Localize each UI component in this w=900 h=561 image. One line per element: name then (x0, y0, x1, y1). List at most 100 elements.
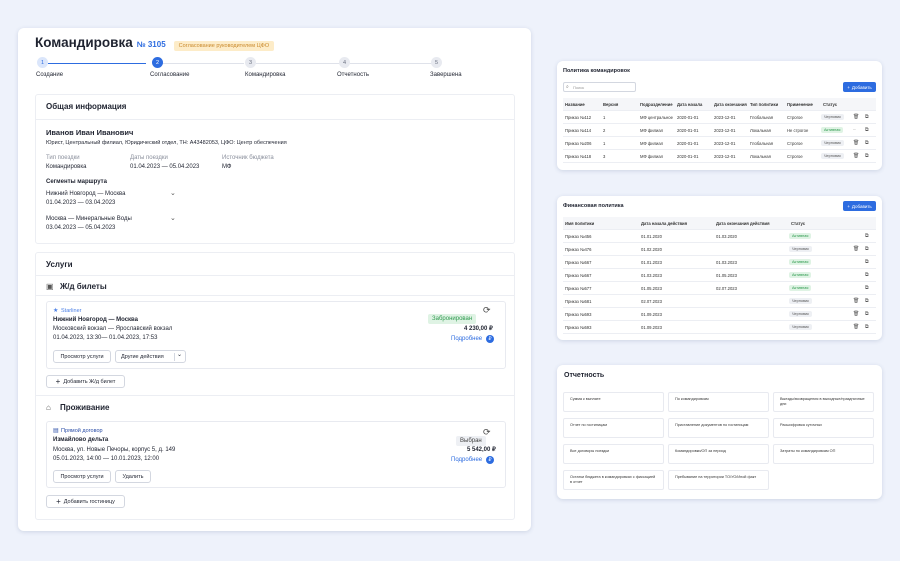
trash-icon[interactable]: 🗑 (853, 246, 859, 252)
chevron-down-icon[interactable]: ⌄ (170, 189, 176, 197)
copy-icon[interactable]: ⧉ (865, 298, 869, 304)
rail-route: Нижний Новгород — Москва (53, 317, 138, 323)
trash-icon[interactable]: 🗑 (853, 298, 859, 304)
chevron-down-icon[interactable]: ⌄ (170, 214, 176, 222)
report-tile[interactable]: Остатки бюджета в командировках с фиксац… (563, 470, 664, 490)
table-row[interactable]: Приказ №206 1 МФ филиал 2020-01-01 2023-12-0… (563, 137, 876, 150)
column-header: Применение (787, 102, 813, 107)
copy-icon[interactable]: ⧉ (865, 285, 869, 291)
trash-icon[interactable]: 🗑 (853, 311, 859, 317)
table-row[interactable]: Приказ №567 01.01.2023 01.03.2023 Активная ⧉ (563, 256, 876, 269)
table-row[interactable]: Приказ №118 3 МФ филиал 2020-01-01 2023-12-0… (563, 150, 876, 163)
table-cell: Приказ №112 (565, 115, 592, 120)
table-cell: 3 (603, 154, 606, 159)
table-row[interactable]: Приказ №567 01.03.2023 01.05.2023 Активная ⧉ (563, 269, 876, 282)
ruble-icon: ₽ (486, 456, 494, 464)
table-row[interactable]: Приказ №593 01.09.2023 Черновик 🗑 ⧉ (563, 308, 876, 321)
copy-icon[interactable]: ⧉ (865, 311, 869, 317)
other-actions-button[interactable]: Другие действия ⌄ (115, 350, 186, 363)
step-1-circle[interactable]: 1 (37, 57, 48, 68)
status-badge: Активная (789, 233, 812, 239)
add-rail-ticket-button[interactable]: + Добавить Ж/д билет (46, 375, 125, 388)
report-tile[interactable]: Сумма к выплате (563, 392, 664, 412)
table-row[interactable]: Приказ №456 01.01.2020 01.03.2020 Активная ⧉ (563, 230, 876, 243)
step-4-circle[interactable]: 4 (339, 57, 350, 68)
view-service-button[interactable]: Просмотр услуги (53, 350, 111, 363)
column-header: Дата окончания (714, 102, 747, 107)
copy-icon[interactable]: ⧉ (865, 114, 869, 120)
step-3-label: Командировка (245, 72, 286, 78)
copy-icon[interactable]: ⧉ (865, 233, 869, 239)
add-rail-ticket-label: Добавить Ж/д билет (63, 378, 116, 385)
copy-icon[interactable]: ⧉ (865, 324, 869, 330)
table-cell: Приказ №593 (565, 325, 592, 330)
view-service-button[interactable]: Просмотр услуги (53, 470, 111, 483)
delete-button[interactable]: Удалить (115, 470, 151, 483)
report-tile[interactable]: Командировки/ОП за период (668, 444, 769, 464)
step-connector (350, 63, 436, 64)
hotel-details-link[interactable]: Подробнее (451, 457, 482, 463)
step-2-circle[interactable]: 2 (152, 57, 163, 68)
table-cell: 2023-12-01 (714, 141, 736, 146)
budget-label: Источник бюджета (222, 155, 274, 161)
report-tile[interactable]: Выезды/возвращения в выходные/праздничны… (773, 392, 874, 412)
table-row[interactable]: Приказ №593 01.09.2023 Черновик 🗑 ⧉ (563, 321, 876, 334)
table-header: Имя политики Дата начала действия Дата о… (563, 217, 876, 230)
refresh-icon[interactable]: ⟳ (483, 305, 491, 316)
divider (36, 275, 514, 276)
table-row[interactable]: Приказ №476 01.02.2020 Черновик 🗑 ⧉ (563, 243, 876, 256)
report-tile[interactable]: Пребывание на территории ТО/УО/Иной факт (668, 470, 769, 490)
trash-icon: – (853, 127, 856, 133)
step-5-circle[interactable]: 5 (431, 57, 442, 68)
table-cell: 1 (603, 141, 606, 146)
budget-value: МФ (222, 164, 232, 170)
report-tile[interactable]: По командировкам (668, 392, 769, 412)
trash-icon[interactable]: 🗑 (853, 324, 859, 330)
table-row[interactable]: Приказ №577 01.05.2023 02.07.2023 Активная ⧉ (563, 282, 876, 295)
status-badge: Черновик (789, 311, 812, 317)
divider (36, 395, 514, 396)
reports-title: Отчетность (564, 372, 605, 379)
column-header: Имя политики (565, 221, 595, 226)
copy-icon[interactable]: ⧉ (865, 272, 869, 278)
table-cell: 02.07.2023 (641, 299, 662, 304)
report-tile[interactable]: Все договоры поездки (563, 444, 664, 464)
column-header: Дата начала (677, 102, 703, 107)
search-input[interactable]: ⌕ Поиск (563, 82, 636, 92)
table-row[interactable]: Приказ №112 1 МФ центральное 2020-01-01 2023… (563, 111, 876, 124)
copy-icon[interactable]: ⧉ (865, 140, 869, 146)
table-row[interactable]: Приказ №114 2 МФ филиал 2020-01-01 2023-12-0… (563, 124, 876, 137)
report-tile[interactable]: Затраты по командировкам ОП (773, 444, 874, 464)
general-info-heading: Общая информация (46, 102, 127, 111)
copy-icon[interactable]: ⧉ (865, 259, 869, 265)
table-cell: 02.07.2023 (716, 286, 737, 291)
rail-datetime: 01.04.2023, 13:30— 01.04.2023, 17:53 (53, 335, 158, 341)
contract-type: Прямой договор (61, 428, 103, 434)
copy-icon[interactable]: ⧉ (865, 127, 869, 133)
table-cell: Глобальная (750, 141, 774, 146)
report-tile[interactable]: Отчет по гостиницам (563, 418, 664, 438)
copy-icon[interactable]: ⧉ (865, 153, 869, 159)
search-icon: ⌕ (566, 84, 569, 90)
employee-details: Юрист, Центральный филиал, Юридический о… (46, 140, 287, 146)
employee-name: Иванов Иван Иванович (46, 128, 134, 137)
step-3-circle[interactable]: 3 (245, 57, 256, 68)
rail-details-link[interactable]: Подробнее (451, 336, 482, 342)
add-policy-label: Добавить (851, 84, 872, 90)
refresh-icon[interactable]: ⟳ (483, 427, 491, 438)
table-cell: 2023-12-01 (714, 128, 736, 133)
table-cell: 01.01.2023 (641, 260, 662, 265)
status-badge: Черновик (821, 140, 844, 146)
table-row[interactable]: Приказ №581 02.07.2023 Черновик 🗑 ⧉ (563, 295, 876, 308)
add-policy-button[interactable]: + Добавить (843, 82, 876, 92)
copy-icon[interactable]: ⧉ (865, 246, 869, 252)
add-hotel-button[interactable]: + Добавить гостиницу (46, 495, 125, 508)
trash-icon[interactable]: 🗑 (853, 140, 859, 146)
report-tile[interactable]: Расшифровка суточных (773, 418, 874, 438)
trash-icon[interactable]: 🗑 (853, 153, 859, 159)
status-badge: Черновик (821, 153, 844, 159)
trash-icon[interactable]: 🗑 (853, 114, 859, 120)
table-cell: 01.01.2020 (641, 234, 662, 239)
report-tile[interactable]: Приставление документов по гостиницам (668, 418, 769, 438)
add-fin-policy-button[interactable]: + Добавить (843, 201, 876, 211)
